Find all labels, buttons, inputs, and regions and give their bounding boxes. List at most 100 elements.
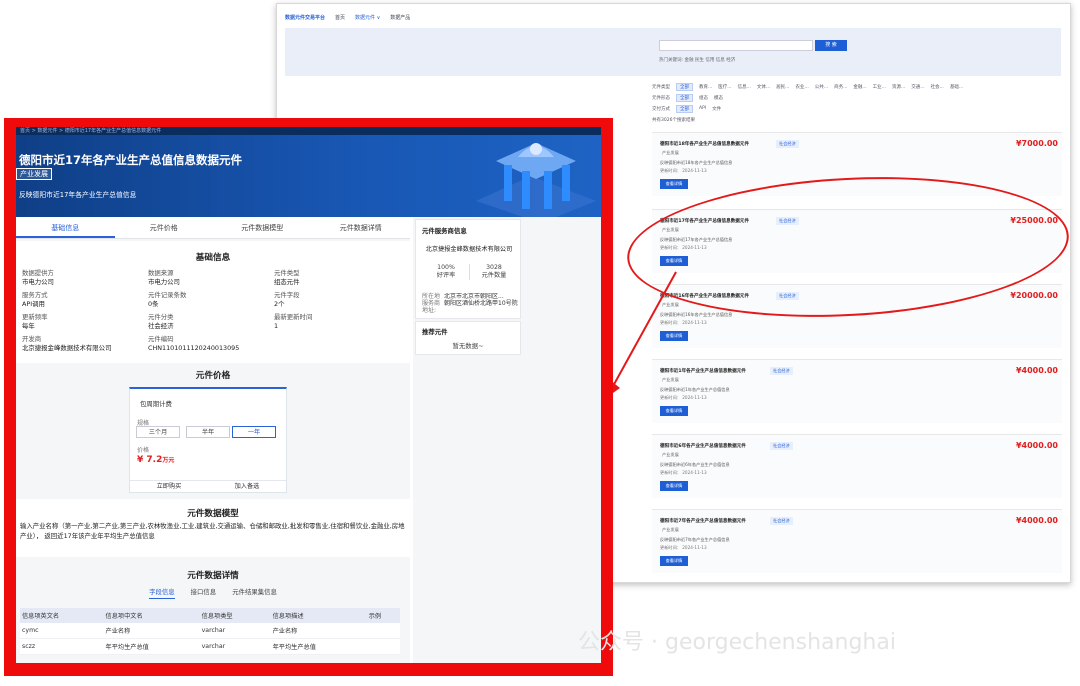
filter-option[interactable]: 居民... — [776, 84, 789, 90]
view-details-button[interactable]: 查看详情 — [660, 481, 688, 491]
result-card[interactable]: 德阳市近1年各产业生产总值信息数据元件 社会经济 ¥4000.00 产业发展 反… — [652, 359, 1062, 423]
background-top-nav: 数据元件交易平台 首页 数据元件 ∨ 数据产品 — [277, 4, 1070, 30]
field-developer: 开发商 北京捷报金峰数据技术有限公司 — [22, 335, 112, 352]
result-card-tag: 社会经济 — [770, 367, 793, 375]
detail-main: 基础信息 元件价格 元件数据模型 元件数据详情 基础信息 数据提供方 市电力公司 … — [16, 217, 410, 663]
filter-option-selected[interactable]: 全部 — [676, 82, 693, 91]
filter-option-selected[interactable]: 全部 — [676, 104, 693, 113]
recommend-empty: 暂无数据~ — [452, 342, 484, 350]
field-service-mode: 服务方式 API调用 — [22, 291, 48, 308]
price-value: ¥ 7.2万元 — [137, 455, 175, 465]
tab-price[interactable]: 元件价格 — [115, 217, 214, 238]
recommend-card: 推荐元件 暂无数据~ — [415, 321, 521, 355]
billing-plan: 包周期计费 — [140, 400, 172, 408]
watermark: 公众号 · georgechenshanghai — [578, 630, 896, 655]
result-card-update: 更新时间： 2024-11-13 — [660, 470, 707, 475]
filter-option[interactable]: API — [699, 106, 706, 111]
result-card-title[interactable]: 德阳市近6年各产业生产总值信息数据元件 — [660, 443, 746, 449]
result-card-category: 产业发展 — [662, 452, 679, 457]
spec-option-3-months[interactable]: 三个月 — [136, 426, 180, 438]
background-hot-keywords: 热门关键词: 金融 民生 信用 信息 经济 — [659, 58, 736, 63]
background-search-banner: 搜 索 热门关键词: 金融 民生 信用 信息 经济 — [285, 28, 1061, 76]
filter-option[interactable]: 商务... — [834, 84, 847, 90]
background-nav-components[interactable]: 数据元件 ∨ — [355, 14, 380, 21]
provider-rating: 100% 好评率 — [436, 264, 456, 279]
tab-data-details[interactable]: 元件数据详情 — [312, 217, 411, 238]
price-section: 元件价格 包周期计费 规格 三个月 半年 一年 价格 ¥ 7.2万元 立即购买 … — [16, 365, 410, 497]
filter-option[interactable]: 教育... — [699, 84, 712, 90]
result-card-tag: 社会经济 — [770, 517, 793, 525]
data-building-icon — [476, 143, 596, 223]
hot-tag[interactable]: 民生 — [695, 58, 704, 63]
filter-option[interactable]: 金融... — [853, 84, 866, 90]
filter-row-delivery: 交付方式 全部 API 文件 — [652, 104, 722, 113]
filter-option[interactable]: 医疗... — [718, 84, 731, 90]
filter-option[interactable]: 社会... — [931, 84, 944, 90]
provider-location-label: 所在地 服务商地址: — [422, 293, 441, 314]
filter-option[interactable]: 资源... — [892, 84, 905, 90]
result-card-desc: 反映德阳市近7年各产业生产总值信息 — [660, 537, 730, 542]
result-card-tag: 社会经济 — [776, 140, 799, 148]
provider-location: 北京市北京市朝阳区... 朝阳区酒仙桥北路甲10号院 — [444, 293, 518, 307]
filter-option[interactable]: 工业... — [873, 84, 886, 90]
hot-tag[interactable]: 经济 — [726, 58, 735, 63]
detail-sidebar: 元件服务商信息 北京捷报金峰数据技术有限公司 100% 好评率 3028 元件数量 … — [413, 217, 601, 663]
fields-table: 信息项英文名 信息项中文名 信息项类型 信息项描述 示例 cymc 产业名称 v… — [20, 608, 400, 655]
hot-tag[interactable]: 信息 — [716, 58, 725, 63]
tab-basic-info[interactable]: 基础信息 — [16, 217, 115, 238]
subtab-fields[interactable]: 字段信息 — [149, 587, 175, 599]
background-search-input[interactable] — [659, 40, 813, 51]
result-card-update: 更新时间： 2024-11-13 — [660, 545, 707, 550]
section-title: 元件数据模型 — [187, 509, 239, 519]
section-title: 元件数据详情 — [187, 571, 239, 581]
filter-option[interactable]: 组态 — [699, 95, 708, 101]
hot-tag[interactable]: 信用 — [705, 58, 714, 63]
add-to-shortlist-button[interactable]: 加入备选 — [208, 481, 286, 492]
spec-option-1-year[interactable]: 一年 — [232, 426, 276, 438]
hot-tag[interactable]: 金融 — [684, 58, 693, 63]
tab-data-model[interactable]: 元件数据模型 — [213, 217, 312, 238]
spec-option-half-year[interactable]: 半年 — [186, 426, 230, 438]
field-type: 元件类型 组态元件 — [274, 269, 300, 286]
provider-name[interactable]: 北京捷报金峰数据技术有限公司 — [420, 246, 518, 255]
background-search-button[interactable]: 搜 索 — [815, 40, 847, 51]
subtab-interface[interactable]: 接口信息 — [191, 587, 217, 599]
field-update-frequency: 更新频率 每年 — [22, 313, 48, 330]
result-card-desc: 反映德阳市近6年各产业生产总值信息 — [660, 462, 730, 467]
provider-component-count: 3028 元件数量 — [481, 264, 507, 279]
background-nav-home[interactable]: 首页 — [335, 14, 345, 21]
filter-option[interactable]: 公共... — [815, 84, 828, 90]
result-card-update: 更新时间： 2024-11-13 — [660, 168, 707, 173]
table-header-row: 信息项英文名 信息项中文名 信息项类型 信息项描述 示例 — [20, 608, 400, 623]
filter-option[interactable]: 交通... — [911, 84, 924, 90]
filter-option-selected[interactable]: 全部 — [676, 93, 693, 102]
filter-option[interactable]: 农业... — [795, 84, 808, 90]
result-card-category: 产业发展 — [662, 527, 679, 532]
view-details-button[interactable]: 查看详情 — [660, 556, 688, 566]
field-code: 元件编码 CHN1101011120240013095 — [148, 335, 240, 352]
subtab-result-set[interactable]: 元件结果集信息 — [232, 587, 277, 599]
result-card-title[interactable]: 德阳市近18年各产业生产总值信息数据元件 — [660, 141, 749, 147]
filter-option[interactable]: 模态 — [714, 95, 723, 101]
result-card[interactable]: 德阳市近7年各产业生产总值信息数据元件 社会经济 ¥4000.00 产业发展 反… — [652, 509, 1062, 573]
price-label: 价格 — [137, 447, 150, 454]
price-actions: 立即购买 加入备选 — [130, 480, 286, 492]
view-details-button[interactable]: 查看详情 — [660, 179, 688, 189]
result-card-tag: 社会经济 — [770, 442, 793, 450]
buy-now-button[interactable]: 立即购买 — [130, 481, 208, 492]
result-card-title[interactable]: 德阳市近7年各产业生产总值信息数据元件 — [660, 518, 746, 524]
detail-tabs: 基础信息 元件价格 元件数据模型 元件数据详情 — [16, 217, 410, 239]
category-tag: 产业发展 — [16, 168, 52, 180]
background-nav-products[interactable]: 数据产品 — [390, 14, 410, 21]
recommend-title: 推荐元件 — [422, 328, 448, 336]
filter-option[interactable]: 基础... — [950, 84, 963, 90]
result-card[interactable]: 德阳市近6年各产业生产总值信息数据元件 社会经济 ¥4000.00 产业发展 反… — [652, 434, 1062, 498]
result-card-desc: 反映德阳市近18年各产业生产总值信息 — [660, 160, 733, 165]
result-card-price: ¥4000.00 — [1015, 516, 1058, 525]
result-card-price: ¥7000.00 — [1015, 139, 1058, 148]
field-classification: 元件分类 社会经济 — [148, 313, 174, 330]
filter-option[interactable]: 文体... — [757, 84, 770, 90]
filter-option[interactable]: 文件 — [712, 106, 721, 112]
filter-option[interactable]: 信息... — [738, 84, 751, 90]
field-source: 数据来源 市电力公司 — [148, 269, 180, 286]
